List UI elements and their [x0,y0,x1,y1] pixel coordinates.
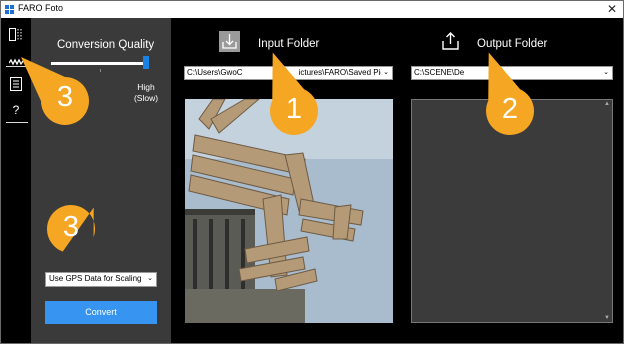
title-bar: FARO Foto ✕ [1,1,623,18]
input-folder-label: Input Folder [258,38,320,50]
output-path-dropdown[interactable]: C:\SCENE\De ⌄ [411,66,613,80]
app-logo-icon [5,5,14,14]
help-button[interactable]: ? [7,102,25,118]
compare-panels-button[interactable] [7,26,25,42]
help-label: ? [12,103,20,117]
scroll-up-icon[interactable]: ▲ [604,101,610,107]
compare-panels-icon [8,27,21,41]
window-title: FARO Foto [18,3,64,13]
callout-number: 3 [62,211,80,243]
quality-slider-track[interactable] [51,62,146,65]
rail-divider [6,66,28,67]
chevron-down-icon: ⌄ [147,275,153,282]
scan-wave-icon [8,58,24,66]
input-path-end: ictures\FARO\Saved Pic [298,68,385,77]
callout-number: 3 [56,81,74,113]
slider-max-label: High (Slow) [129,82,163,104]
quality-slider-thumb[interactable] [143,56,149,69]
chevron-down-icon: ⌄ [381,68,389,76]
settings-panel: Conversion Quality High (Slow) Use GPS D… [31,18,171,343]
gps-scaling-value: Use GPS Data for Scaling [49,274,142,283]
gps-scaling-dropdown[interactable]: Use GPS Data for Scaling ⌄ [45,272,157,287]
output-folder-icon[interactable] [440,31,461,52]
callout-number: 2 [501,93,519,125]
output-path-value: C:\SCENE\De [414,68,465,77]
app-window: FARO Foto ✕ ? Conversion Quality High (S… [0,0,624,344]
rail-divider [6,122,28,123]
callout-number: 1 [285,93,303,125]
convert-button[interactable]: Convert [45,301,157,324]
input-path-start: C:\Users\GwoC [187,68,243,77]
slider-max-line1: High [137,82,155,92]
document-icon [10,77,22,91]
callout-badge: 3 [21,57,93,129]
slider-max-line2: (Slow) [133,93,159,103]
main-area: Input Folder Output Folder C:\Users\GwoC… [171,18,623,343]
scroll-down-icon[interactable]: ▼ [604,315,610,321]
input-folder-icon[interactable] [219,31,240,52]
conversion-quality-label: Conversion Quality [57,39,155,51]
callout-badge: 3 [43,201,99,257]
quality-slider-fill [51,62,146,65]
slider-tick [100,69,101,72]
chevron-down-icon: ⌄ [601,68,609,76]
document-button[interactable] [7,76,25,92]
output-folder-label: Output Folder [477,38,548,50]
callout-badge: 2 [482,52,538,139]
close-button[interactable]: ✕ [607,2,617,16]
scan-wave-button[interactable] [7,54,25,70]
callout-badge: 1 [266,52,322,139]
